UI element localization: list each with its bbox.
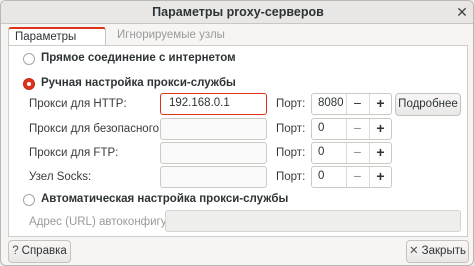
http-proxy-label: Прокси для HTTP: (29, 98, 127, 110)
auto-proxy-radio[interactable] (23, 194, 35, 206)
socks-port-increment-button[interactable]: + (369, 167, 391, 187)
details-button[interactable]: Подробнее (395, 93, 461, 116)
socks-port-stepper[interactable]: 0 − + (311, 166, 392, 188)
title-bar: Параметры proxy-серверов ✕ (1, 1, 473, 24)
https-port-increment-button[interactable]: + (369, 119, 391, 139)
tab-proxy-settings[interactable]: Параметры прокси (8, 27, 106, 55)
auto-proxy-label: Автоматическая настройка прокси-службы (41, 193, 289, 205)
help-button-label: Справка (21, 245, 67, 257)
http-port-stepper[interactable]: 8080 − + (311, 93, 392, 115)
http-port-increment-button[interactable]: + (369, 94, 391, 114)
manual-proxy-radio[interactable] (23, 78, 35, 90)
tab-bar: Параметры прокси Игнорируемые узлы (8, 27, 468, 55)
proxy-settings-window: Параметры proxy-серверов ✕ Параметры про… (0, 0, 474, 266)
window-title: Параметры proxy-серверов (152, 5, 324, 19)
ftp-port-label: Порт: (276, 147, 306, 159)
socks-host-label: Узел Socks: (29, 171, 92, 183)
http-port-value[interactable]: 8080 (318, 97, 344, 109)
https-port-label: Порт: (276, 123, 306, 135)
window-close-icon[interactable]: ✕ (455, 5, 469, 19)
direct-connection-radio[interactable] (23, 53, 35, 65)
ftp-proxy-label: Прокси для FTP: (29, 147, 119, 159)
ftp-port-stepper[interactable]: 0 − + (311, 142, 392, 164)
proxy-settings-panel: Прямое соединение с интернетом Ручная на… (8, 45, 468, 237)
https-proxy-host-input[interactable] (160, 118, 267, 140)
ftp-proxy-host-input[interactable] (160, 142, 267, 164)
socks-port-label: Порт: (276, 171, 306, 183)
close-button-label: Закрыть (421, 245, 466, 257)
http-port-decrement-button[interactable]: − (346, 94, 368, 114)
tab-ignored-hosts[interactable]: Игнорируемые узлы (111, 27, 231, 46)
autoconfig-url-input[interactable] (165, 210, 461, 232)
close-button[interactable]: ✕ Закрыть (406, 240, 469, 263)
direct-connection-label: Прямое соединение с интернетом (41, 52, 236, 64)
socks-port-value[interactable]: 0 (318, 170, 344, 182)
ftp-port-increment-button[interactable]: + (369, 143, 391, 163)
help-button[interactable]: ? Справка (8, 240, 71, 263)
ftp-port-value[interactable]: 0 (318, 146, 344, 158)
ftp-port-decrement-button[interactable]: − (346, 143, 368, 163)
https-port-stepper[interactable]: 0 − + (311, 118, 392, 140)
http-port-label: Порт: (276, 98, 306, 110)
help-icon: ? (12, 245, 19, 257)
socks-host-input[interactable] (160, 166, 267, 188)
close-icon: ✕ (409, 245, 419, 257)
https-port-value[interactable]: 0 (318, 122, 344, 134)
https-port-decrement-button[interactable]: − (346, 119, 368, 139)
socks-port-decrement-button[interactable]: − (346, 167, 368, 187)
manual-proxy-label: Ручная настройка прокси-службы (41, 77, 236, 89)
http-proxy-host-input[interactable]: 192.168.0.1 (160, 93, 267, 115)
